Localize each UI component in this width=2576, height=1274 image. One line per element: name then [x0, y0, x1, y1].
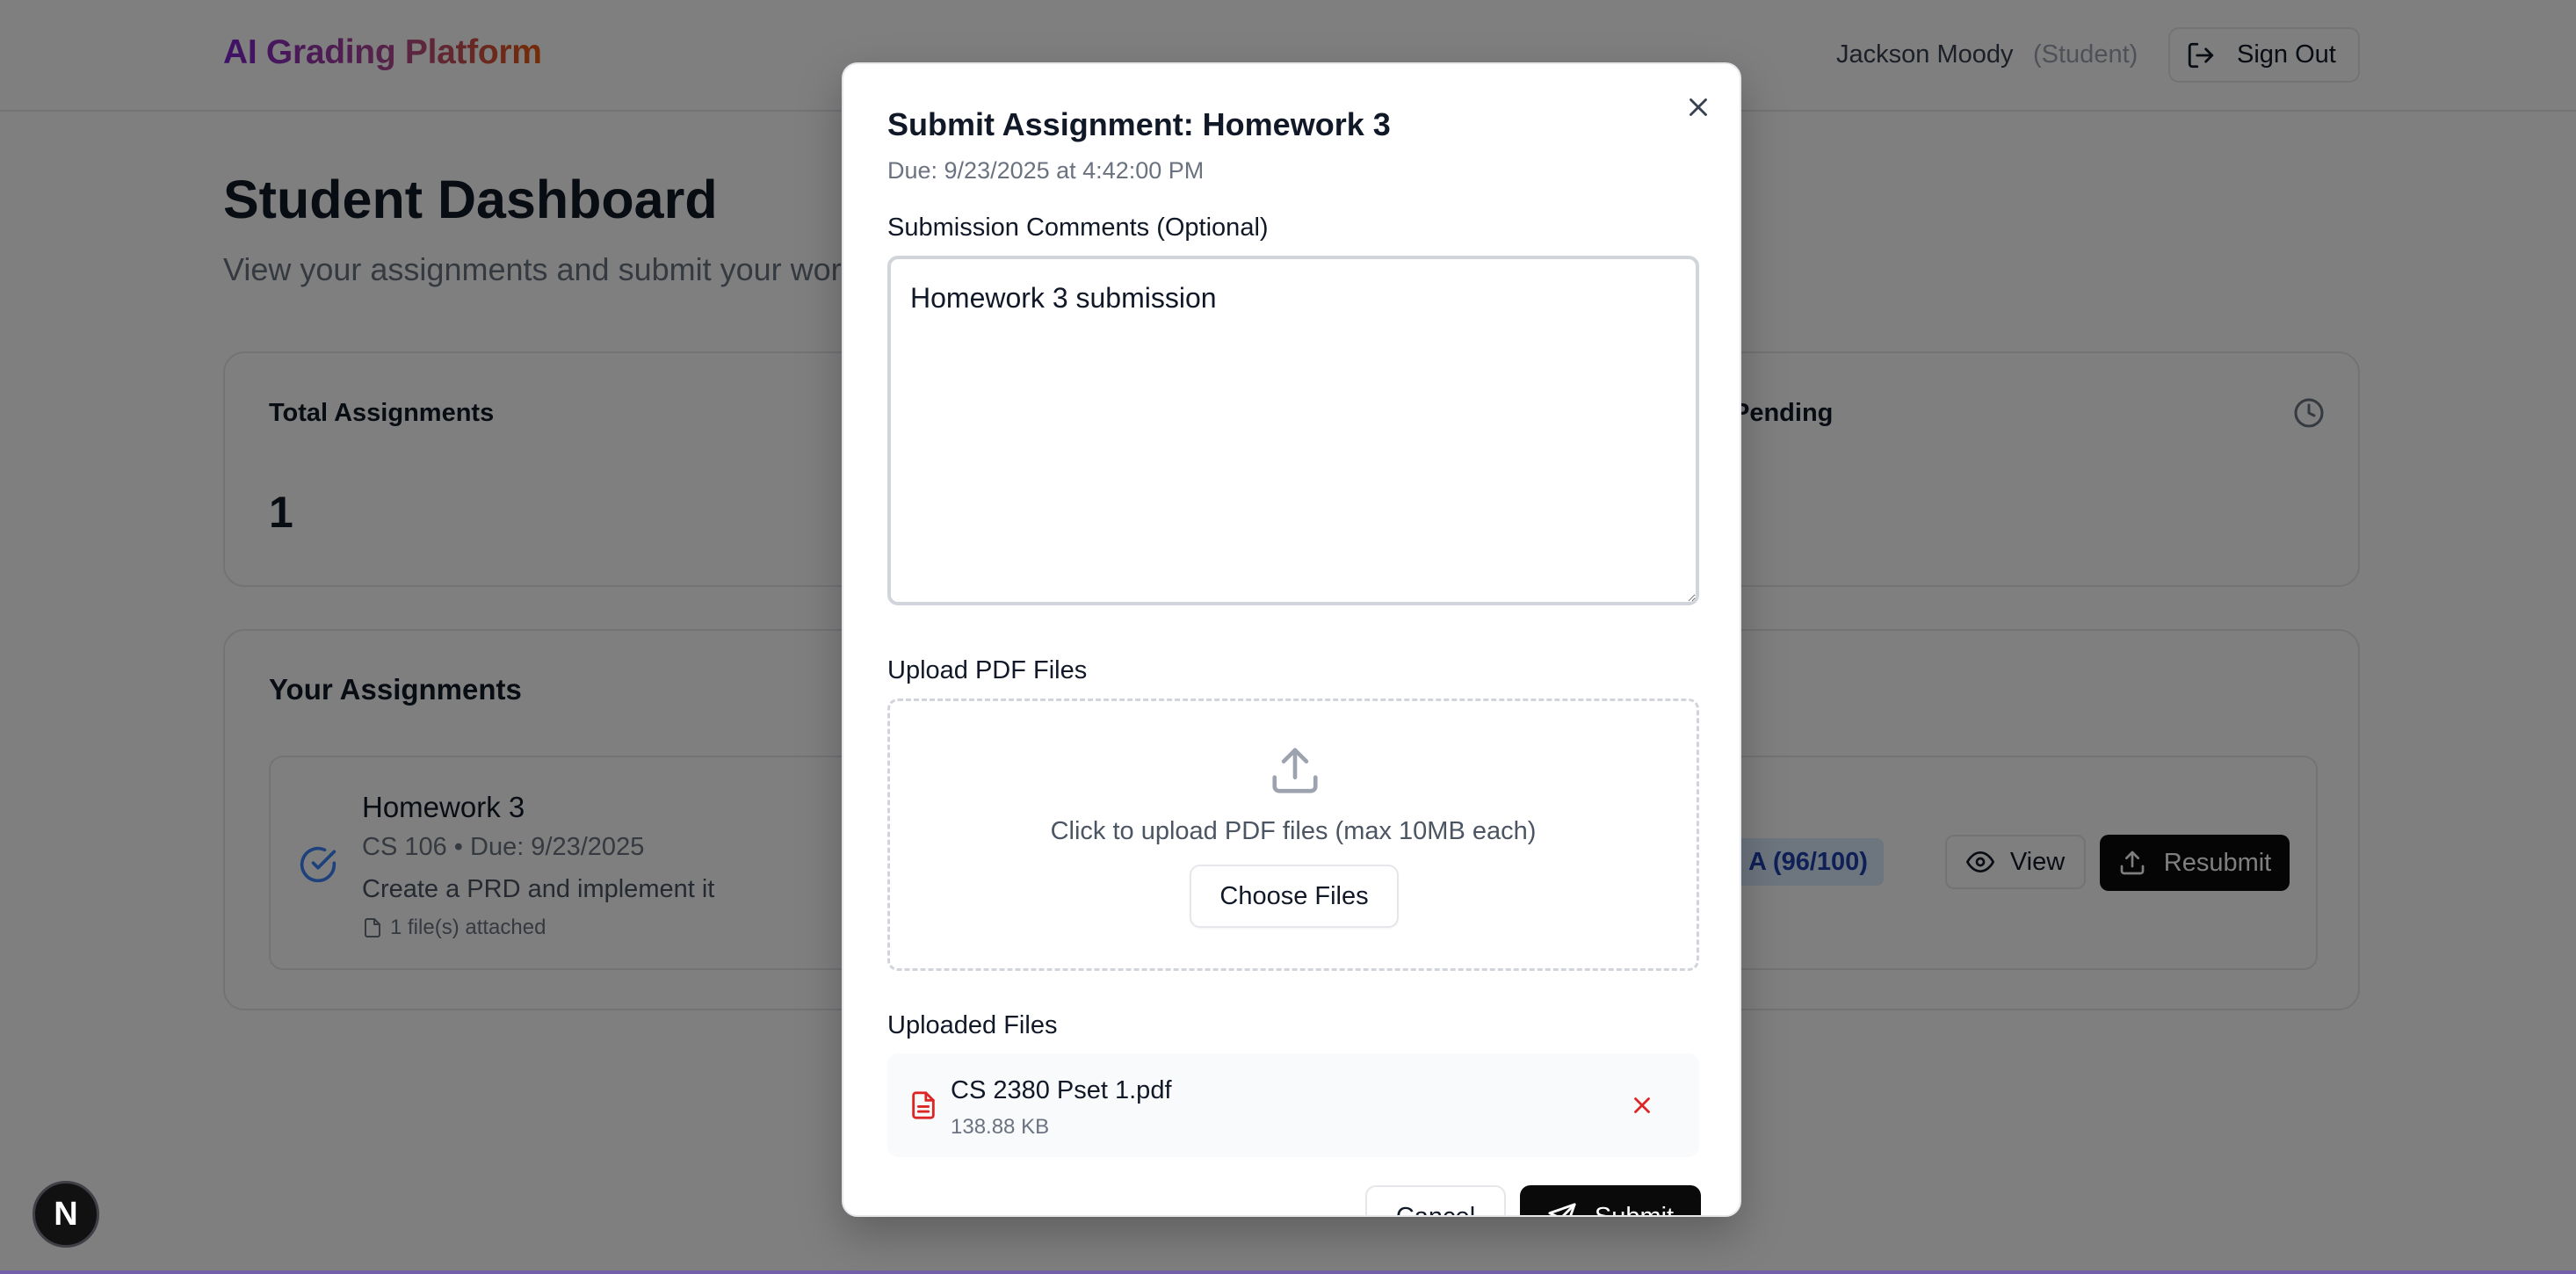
- remove-file-icon[interactable]: [1629, 1092, 1655, 1118]
- choose-files-button[interactable]: Choose Files: [1190, 865, 1399, 928]
- submit-button[interactable]: Submit: [1520, 1185, 1701, 1217]
- upload-dropzone[interactable]: Click to upload PDF files (max 10MB each…: [887, 699, 1699, 971]
- submit-assignment-dialog: Submit Assignment: Homework 3 Due: 9/23/…: [842, 62, 1741, 1217]
- send-icon: [1548, 1203, 1576, 1215]
- uploaded-files-label: Uploaded Files: [887, 1011, 1058, 1039]
- close-icon[interactable]: [1683, 92, 1713, 122]
- upload-label: Upload PDF Files: [887, 656, 1088, 684]
- upload-icon: [1272, 748, 1318, 793]
- uploaded-file-item: CS 2380 Pset 1.pdf 138.88 KB: [887, 1053, 1699, 1157]
- comments-label: Submission Comments (Optional): [887, 214, 1269, 242]
- submit-label: Submit: [1594, 1202, 1675, 1217]
- upload-hint: Click to upload PDF files (max 10MB each…: [1050, 817, 1537, 845]
- app-root: AI Grading Platform Jackson Moody (Stude…: [0, 0, 2576, 1274]
- dialog-title: Submit Assignment: Homework 3: [887, 106, 1391, 142]
- pdf-file-icon: [912, 1091, 935, 1119]
- uploaded-file-name: CS 2380 Pset 1.pdf: [951, 1076, 1172, 1104]
- comments-textarea[interactable]: Homework 3 submission: [887, 256, 1699, 605]
- uploaded-file-size: 138.88 KB: [951, 1115, 1050, 1139]
- bottom-strip: [0, 1270, 2576, 1274]
- dialog-due-date: Due: 9/23/2025 at 4:42:00 PM: [887, 157, 1205, 184]
- nextjs-dev-badge[interactable]: N: [33, 1181, 99, 1248]
- cancel-button[interactable]: Cancel: [1365, 1185, 1506, 1215]
